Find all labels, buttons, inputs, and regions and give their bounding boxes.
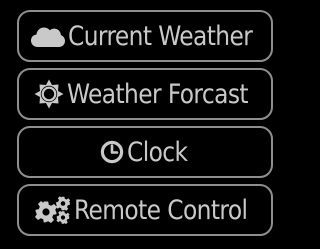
gears-icon xyxy=(35,196,71,224)
clock-label: Clock xyxy=(127,136,188,168)
sun-icon xyxy=(34,79,64,109)
main-menu: Current Weather Weather Forcast Clock Re… xyxy=(0,0,292,249)
current-weather-button[interactable]: Current Weather xyxy=(17,10,273,62)
current-weather-label: Current Weather xyxy=(67,20,253,52)
remote-control-label: Remote Control xyxy=(74,194,248,226)
weather-forecast-label: Weather Forcast xyxy=(67,78,249,110)
remote-control-button[interactable]: Remote Control xyxy=(17,184,273,236)
clock-icon xyxy=(100,140,124,164)
clock-button[interactable]: Clock xyxy=(17,126,273,178)
weather-forecast-button[interactable]: Weather Forcast xyxy=(17,68,273,120)
cloud-icon xyxy=(30,24,65,48)
